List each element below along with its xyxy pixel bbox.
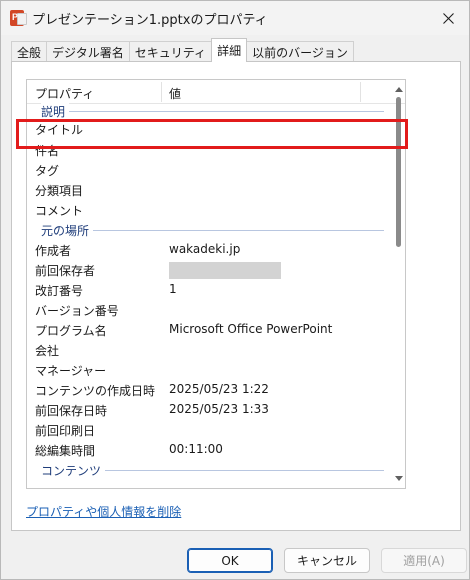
tab-general[interactable]: 全般	[11, 41, 48, 62]
scroll-up-arrow-icon[interactable]	[395, 87, 403, 92]
row-created[interactable]: コンテンツの作成日時 2025/05/23 1:22	[27, 380, 390, 400]
group-label: 元の場所	[41, 222, 94, 239]
close-icon	[442, 12, 454, 24]
scroll-down-arrow-icon[interactable]	[395, 476, 403, 481]
column-divider[interactable]	[360, 82, 361, 102]
row-manager[interactable]: マネージャー	[27, 360, 390, 380]
property-name: 件名	[35, 144, 60, 158]
property-name: プログラム名	[35, 324, 107, 338]
row-subject[interactable]: 件名	[27, 140, 390, 160]
property-name: バージョン番号	[35, 304, 119, 318]
cancel-button[interactable]: キャンセル	[284, 548, 370, 573]
vertical-scrollbar[interactable]	[392, 81, 406, 487]
group-label: コンテンツ	[41, 462, 106, 479]
property-name: マネージャー	[35, 364, 107, 378]
close-button[interactable]	[433, 5, 463, 31]
details-panel: プロパティ 値 説明 タイトル 件名 タグ 分類項目 コメント 元の場所 作成者…	[11, 61, 461, 531]
group-description: 説明	[27, 103, 390, 120]
tab-previous-versions[interactable]: 以前のバージョン	[246, 41, 354, 62]
property-list[interactable]: プロパティ 値 説明 タイトル 件名 タグ 分類項目 コメント 元の場所 作成者…	[26, 79, 406, 489]
property-value: 2025/05/23 1:22	[169, 382, 269, 396]
header-value[interactable]: 値	[169, 85, 181, 102]
property-name: コメント	[35, 204, 84, 218]
row-last-saved-by[interactable]: 前回保存者	[27, 260, 390, 280]
ok-button[interactable]: OK	[187, 548, 273, 573]
row-author[interactable]: 作成者 wakadeki.jp	[27, 240, 390, 260]
property-name: コンテンツの作成日時	[35, 384, 156, 398]
property-name: 作成者	[35, 244, 72, 258]
property-name: 前回印刷日	[35, 424, 96, 438]
scrollbar-thumb[interactable]	[396, 97, 401, 247]
group-origin: 元の場所	[27, 220, 390, 240]
row-edit-time[interactable]: 総編集時間 00:11:00	[27, 440, 390, 460]
row-program[interactable]: プログラム名 Microsoft Office PowerPoint	[27, 320, 390, 340]
properties-window: P プレゼンテーション1.pptxのプロパティ 全般 デジタル署名 セキュリティ…	[0, 0, 470, 580]
property-name: タイトル	[35, 123, 84, 137]
apply-button[interactable]: 適用(A)	[381, 548, 467, 573]
property-value: 2025/05/23 1:33	[169, 402, 269, 416]
row-version[interactable]: バージョン番号	[27, 300, 390, 320]
property-value: wakadeki.jp	[169, 242, 241, 256]
row-title[interactable]: タイトル	[27, 118, 390, 140]
property-value: 1	[169, 282, 177, 296]
powerpoint-file-icon: P	[10, 10, 27, 26]
redacted-value	[169, 262, 281, 279]
header-property[interactable]: プロパティ	[35, 85, 94, 102]
window-title: プレゼンテーション1.pptxのプロパティ	[32, 13, 268, 28]
property-rows: 説明 タイトル 件名 タグ 分類項目 コメント 元の場所 作成者 wakadek…	[27, 103, 390, 480]
tab-details[interactable]: 詳細	[211, 38, 248, 62]
property-value: Microsoft Office PowerPoint	[169, 322, 333, 336]
property-name: 改訂番号	[35, 284, 84, 298]
row-categories[interactable]: 分類項目	[27, 180, 390, 200]
property-name: 会社	[35, 344, 60, 358]
tab-digital-signatures[interactable]: デジタル署名	[46, 41, 130, 62]
group-content: コンテンツ	[27, 460, 390, 480]
property-name: 前回保存日時	[35, 404, 108, 418]
group-divider	[41, 111, 384, 112]
property-name: 前回保存者	[35, 264, 96, 278]
row-company[interactable]: 会社	[27, 340, 390, 360]
column-divider[interactable]	[161, 82, 162, 102]
property-name: タグ	[35, 164, 60, 178]
row-revision[interactable]: 改訂番号 1	[27, 280, 390, 300]
row-tags[interactable]: タグ	[27, 160, 390, 180]
row-printed[interactable]: 前回印刷日	[27, 420, 390, 440]
property-name: 分類項目	[35, 184, 84, 198]
tab-strip: 全般 デジタル署名 セキュリティ 詳細 以前のバージョン	[11, 38, 354, 62]
row-saved[interactable]: 前回保存日時 2025/05/23 1:33	[27, 400, 390, 420]
tab-security[interactable]: セキュリティ	[128, 41, 213, 62]
title-bar: P プレゼンテーション1.pptxのプロパティ	[1, 1, 469, 35]
row-comments[interactable]: コメント	[27, 200, 390, 220]
remove-properties-link[interactable]: プロパティや個人情報を削除	[26, 503, 181, 520]
property-value: 00:11:00	[169, 442, 223, 456]
property-name: 総編集時間	[35, 444, 96, 458]
list-header: プロパティ 値	[27, 80, 405, 104]
